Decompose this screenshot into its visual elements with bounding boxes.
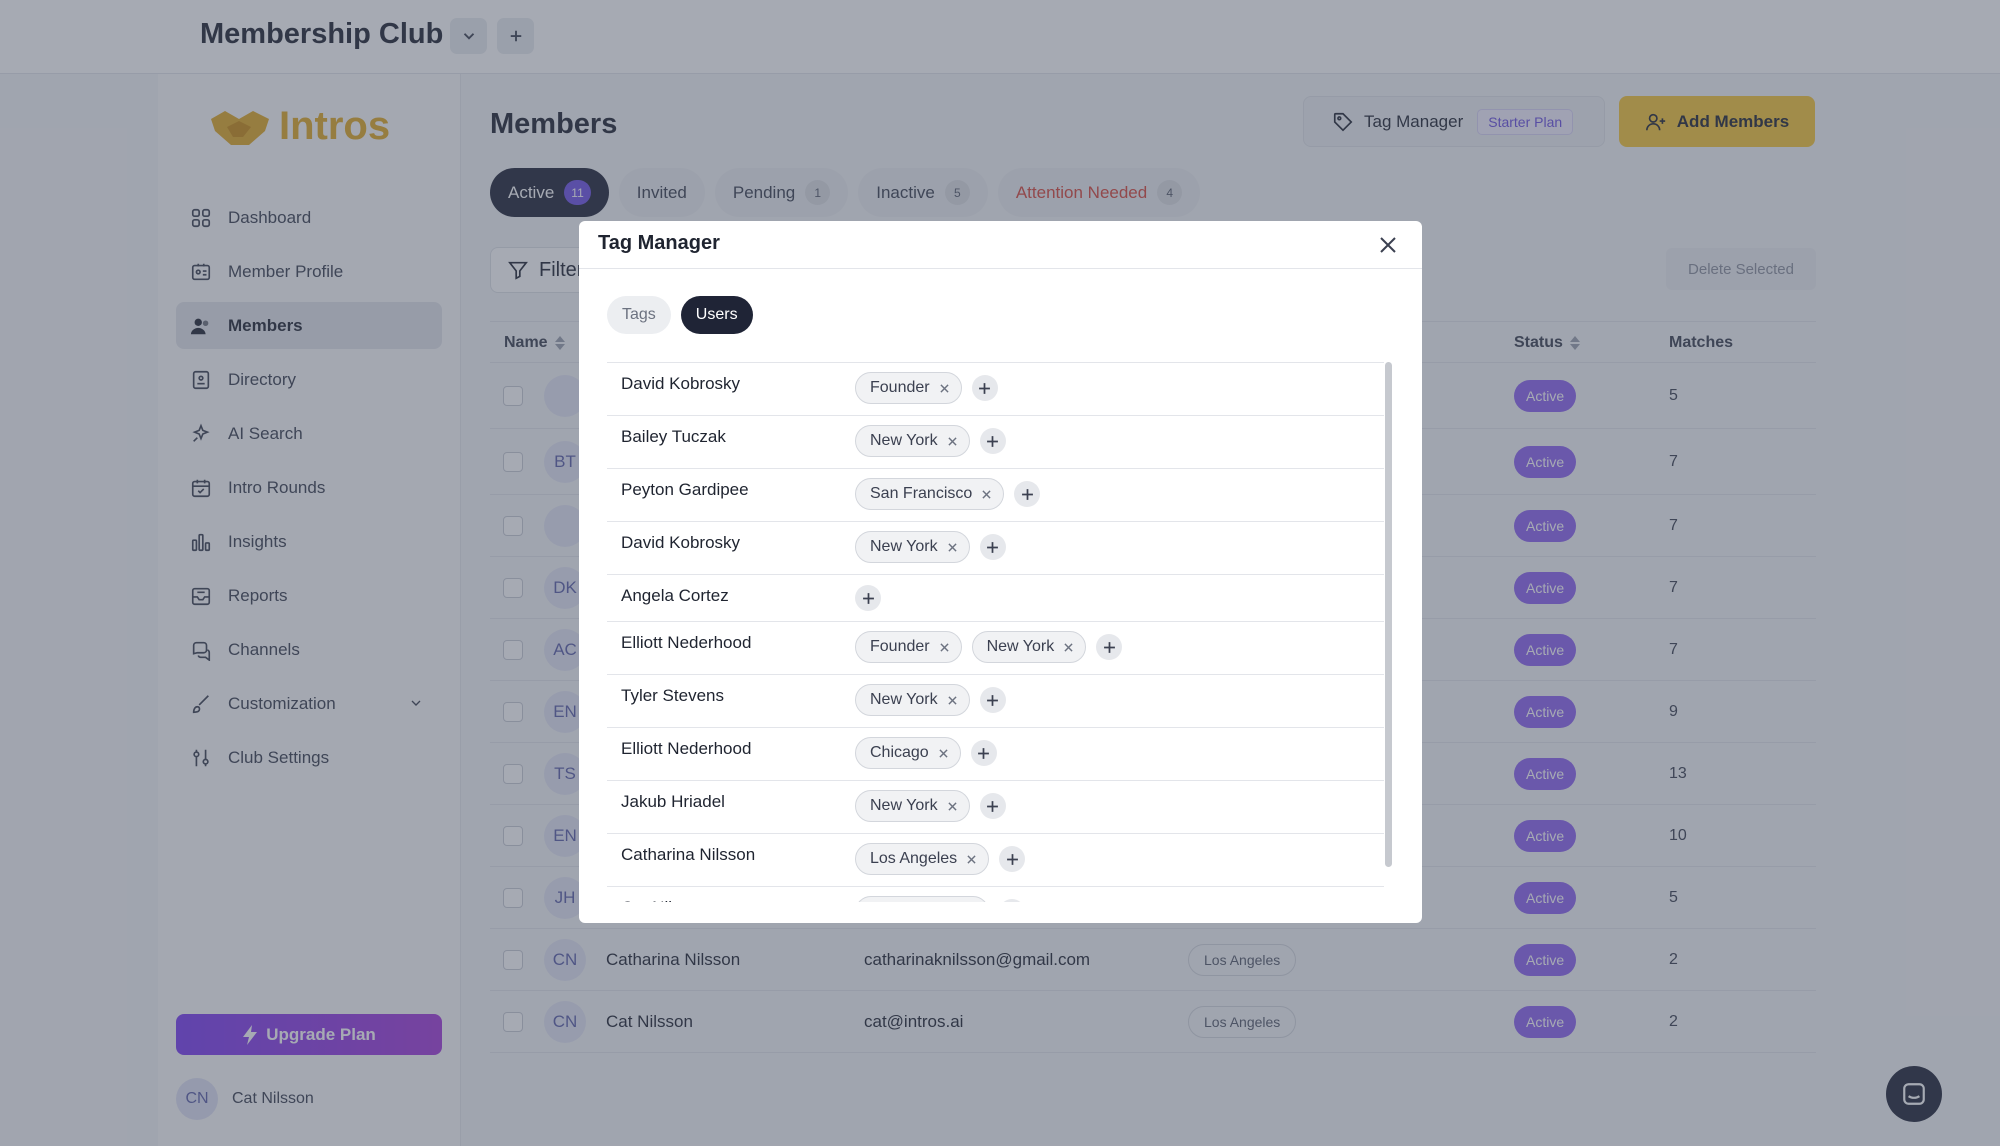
user-row: Jakub Hriadel New York	[607, 780, 1384, 833]
plus-icon	[1103, 641, 1115, 653]
user-tags: Los Angeles	[855, 896, 1026, 902]
add-tag-button[interactable]	[979, 687, 1006, 713]
tag-label: New York	[870, 432, 938, 449]
remove-tag-icon[interactable]	[967, 854, 976, 864]
user-name: Catharina Nilsson	[621, 845, 756, 864]
user-tags: Founder	[855, 372, 998, 404]
tag-chip: New York	[855, 790, 970, 822]
user-row: David Kobrosky New York	[607, 521, 1384, 574]
user-name: Jakub Hriadel	[621, 792, 725, 811]
plus-icon	[1021, 488, 1033, 500]
tag-label: New York	[870, 538, 938, 555]
tag-chip: Los Angeles	[855, 843, 990, 875]
plus-icon	[987, 541, 999, 553]
tag-label: Chicago	[870, 744, 929, 761]
tag-manager-tabs: Tags Users	[607, 296, 753, 334]
plus-icon	[978, 747, 990, 759]
user-tags: New York	[855, 684, 1006, 716]
remove-tag-icon[interactable]	[947, 436, 957, 446]
user-row: Peyton Gardipee San Francisco	[607, 468, 1384, 521]
user-tags	[855, 585, 881, 611]
user-tag-list[interactable]: David Kobrosky Founder Bailey Tuczak New Yo…	[607, 362, 1384, 902]
remove-tag-icon[interactable]	[947, 542, 957, 552]
user-name: David Kobrosky	[621, 533, 741, 552]
tag-label: San Francisco	[870, 485, 973, 502]
user-row: Cat Nilsson Los Angeles	[607, 886, 1384, 902]
tag-label: New York	[986, 638, 1055, 655]
remove-tag-icon[interactable]	[982, 489, 991, 499]
tag-label: Founder	[870, 638, 930, 655]
add-tag-button[interactable]	[979, 793, 1006, 819]
user-row: Bailey Tuczak New York	[607, 415, 1384, 468]
user-tags: San Francisco	[855, 478, 1041, 510]
tag-manager-modal: Tag Manager Tags Users David Kobrosky Fou…	[579, 221, 1422, 923]
tag-chip: Founder	[855, 372, 962, 404]
tag-chip: Founder	[855, 631, 962, 663]
remove-tag-icon[interactable]	[947, 695, 957, 705]
user-name: Peyton Gardipee	[621, 480, 749, 499]
user-name: Elliott Nederhood	[621, 739, 752, 758]
plus-icon	[987, 800, 999, 812]
remove-tag-icon[interactable]	[1064, 642, 1073, 652]
tag-chip: Chicago	[855, 737, 961, 769]
remove-tag-icon[interactable]	[947, 801, 957, 811]
user-tags: Los Angeles	[855, 843, 1026, 875]
add-tag-button[interactable]	[999, 846, 1026, 872]
user-name: Elliott Nederhood	[621, 633, 752, 652]
user-name: Bailey Tuczak	[621, 427, 726, 446]
user-row: Angela Cortez	[607, 574, 1384, 621]
add-tag-button[interactable]	[999, 899, 1026, 902]
tag-chip: New York	[971, 631, 1087, 663]
user-row: Elliott Nederhood Chicago	[607, 727, 1384, 780]
user-tags: New York	[855, 790, 1006, 822]
plus-icon	[862, 592, 874, 604]
user-row: David Kobrosky Founder	[607, 362, 1384, 415]
user-name: David Kobrosky	[621, 374, 741, 393]
close-icon[interactable]	[1376, 233, 1400, 257]
user-tags: New York	[855, 425, 1006, 457]
add-tag-button[interactable]	[979, 534, 1006, 560]
add-tag-button[interactable]	[855, 585, 881, 611]
user-row: Tyler Stevens New York	[607, 674, 1384, 727]
tag-label: New York	[870, 797, 938, 814]
tag-chip: New York	[855, 425, 970, 457]
tag-chip: San Francisco	[855, 478, 1005, 510]
add-tag-button[interactable]	[970, 740, 997, 766]
user-row: Elliott Nederhood Founder New York	[607, 621, 1384, 674]
plus-icon	[987, 435, 999, 447]
tab-users[interactable]: Users	[680, 296, 753, 334]
tab-tags[interactable]: Tags	[607, 296, 671, 334]
plus-icon	[987, 694, 999, 706]
user-name: Cat Nilsson	[621, 898, 708, 902]
tag-label: Founder	[870, 379, 930, 396]
tag-label: New York	[870, 691, 938, 708]
modal-header: Tag Manager	[579, 221, 1422, 269]
user-tags: New York	[855, 531, 1006, 563]
add-tag-button[interactable]	[979, 428, 1006, 454]
remove-tag-icon[interactable]	[939, 748, 948, 758]
plus-icon	[1006, 853, 1018, 865]
scrollbar[interactable]	[1385, 362, 1392, 867]
plus-icon	[979, 382, 991, 394]
tag-chip: New York	[855, 684, 970, 716]
add-tag-button[interactable]	[971, 375, 998, 401]
tag-label: Los Angeles	[870, 850, 958, 867]
remove-tag-icon[interactable]	[939, 383, 949, 393]
modal-title: Tag Manager	[598, 232, 720, 254]
user-tags: Founder New York	[855, 631, 1123, 663]
tag-chip: New York	[855, 531, 970, 563]
remove-tag-icon[interactable]	[939, 642, 949, 652]
user-name: Tyler Stevens	[621, 686, 724, 705]
tag-chip: Los Angeles	[855, 896, 990, 902]
add-tag-button[interactable]	[1014, 481, 1041, 507]
add-tag-button[interactable]	[1096, 634, 1123, 660]
user-row: Catharina Nilsson Los Angeles	[607, 833, 1384, 886]
user-tags: Chicago	[855, 737, 997, 769]
user-name: Angela Cortez	[621, 586, 729, 605]
